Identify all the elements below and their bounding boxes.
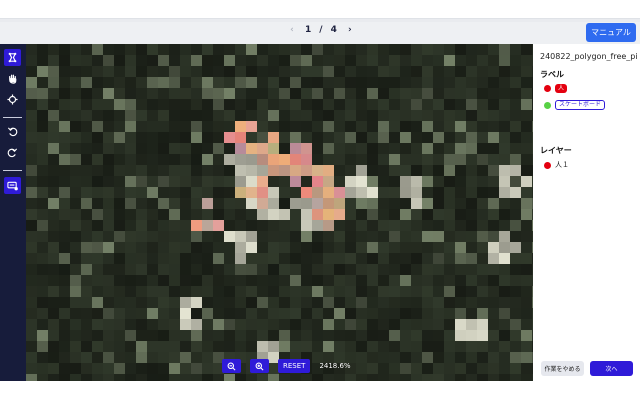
- page-separator: /: [319, 25, 323, 35]
- current-page: 1: [305, 25, 312, 35]
- label-chip: スケートボード: [555, 100, 606, 110]
- label-item-skateboard[interactable]: スケートボード: [544, 100, 606, 110]
- color-dot-icon: [544, 85, 551, 92]
- zoom-level: 2418.6%: [319, 362, 351, 370]
- layers-heading: レイヤー: [540, 146, 572, 155]
- chevron-left-icon[interactable]: ‹: [287, 25, 297, 35]
- manual-button[interactable]: マニュアル: [586, 23, 636, 42]
- color-dot-icon: [544, 161, 551, 169]
- layer-item[interactable]: 人１: [544, 160, 569, 170]
- label-item-person[interactable]: 人: [544, 84, 568, 93]
- target-point-icon[interactable]: [4, 91, 21, 108]
- quit-work-button[interactable]: 作業をやめる: [541, 361, 584, 376]
- image-canvas[interactable]: [26, 44, 533, 381]
- polygon-tool-icon[interactable]: [4, 49, 21, 66]
- zoom-in-icon[interactable]: [250, 359, 269, 373]
- file-name: 240822_polygon_free_pic: [540, 52, 638, 61]
- auto-annotate-icon[interactable]: [4, 177, 21, 194]
- zoom-reset-button[interactable]: RESET: [278, 359, 311, 373]
- chevron-right-icon[interactable]: ›: [345, 25, 355, 35]
- label-chip: 人: [555, 84, 568, 93]
- right-panel: 240822_polygon_free_pic ラベル 人 スケートボード レイ…: [533, 44, 640, 381]
- undo-icon[interactable]: [4, 123, 21, 140]
- tool-divider: [3, 170, 22, 171]
- annotation-app: ‹ 1 / 4 › マニュアル RESET 2418.6% 240822_pol…: [0, 0, 640, 400]
- tool-divider: [3, 117, 22, 118]
- bottom-margin: [0, 381, 640, 400]
- page-navigator: ‹ 1 / 4 ›: [287, 25, 355, 35]
- color-dot-icon: [544, 101, 551, 109]
- next-button[interactable]: 次へ: [590, 361, 633, 376]
- tool-sidebar: [0, 44, 26, 381]
- pixelated-image: [26, 44, 533, 381]
- layer-name: 人１: [555, 161, 569, 169]
- total-pages: 4: [330, 25, 337, 35]
- redo-icon[interactable]: [4, 144, 21, 161]
- hand-pan-icon[interactable]: [4, 70, 21, 87]
- zoom-out-icon[interactable]: [222, 359, 241, 373]
- zoom-controls: RESET 2418.6%: [222, 359, 351, 373]
- labels-heading: ラベル: [540, 70, 564, 79]
